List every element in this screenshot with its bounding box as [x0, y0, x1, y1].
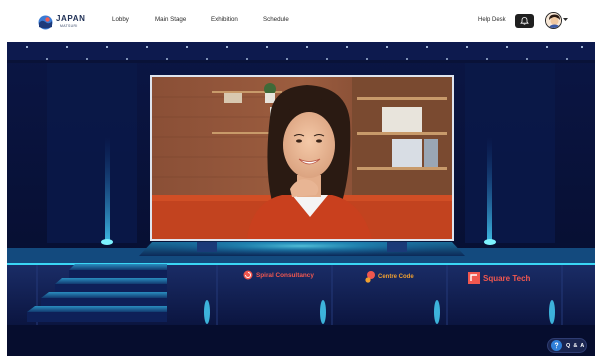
sponsor-square-label: Square Tech — [483, 273, 531, 283]
avatar — [545, 12, 562, 29]
bell-icon — [520, 17, 529, 25]
sponsor-square-tech[interactable]: Square Tech — [468, 272, 530, 284]
centre-code-logo-icon — [365, 271, 375, 283]
sponsor-spiral-label: Spiral Consultancy — [256, 271, 314, 279]
presenter-video-screen[interactable] — [150, 75, 454, 241]
profile-menu[interactable] — [545, 12, 569, 30]
question-icon — [551, 340, 562, 351]
qa-button[interactable]: Q & A — [547, 338, 587, 353]
sponsor-spiral-consultancy[interactable]: Spiral Consultancy — [243, 270, 314, 280]
square-tech-logo-icon — [468, 272, 480, 284]
sponsor-centre-label: Centre Code — [378, 274, 414, 280]
help-desk-link[interactable]: Help Desk — [478, 17, 506, 23]
logo-mark-icon — [38, 15, 53, 30]
top-navigation-bar: JAPAN MATSURI Lobby Main Stage Exhibitio… — [0, 0, 595, 42]
spiral-logo-icon — [243, 270, 253, 280]
brand-tagline: MATSURI — [60, 24, 78, 28]
nav-exhibition[interactable]: Exhibition — [211, 16, 238, 23]
brand-name: JAPAN — [56, 14, 86, 23]
chevron-down-icon — [563, 18, 568, 21]
nav-lobby[interactable]: Lobby — [112, 16, 129, 23]
sponsor-centre-code[interactable]: Centre Code — [365, 270, 414, 284]
qa-label: Q & A — [566, 342, 586, 349]
nav-main-stage[interactable]: Main Stage — [155, 16, 186, 23]
virtual-stage: Spiral Consultancy Centre Code Square Te… — [7, 42, 595, 356]
nav-schedule[interactable]: Schedule — [263, 16, 289, 23]
notifications-button[interactable] — [515, 14, 534, 28]
presenter-video-feed — [152, 77, 452, 239]
brand-logo[interactable]: JAPAN MATSURI — [38, 13, 86, 33]
